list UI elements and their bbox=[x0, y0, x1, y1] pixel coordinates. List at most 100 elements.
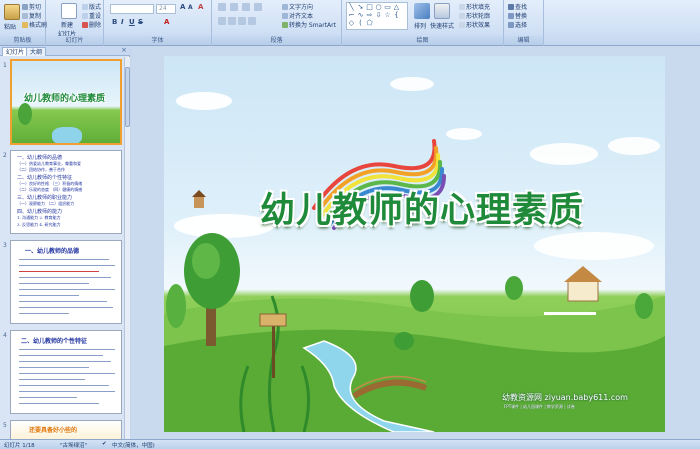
slide-canvas[interactable]: 幼儿教师的心理素质 幼教资源网 ziyuan.baby611.com FPT课件… bbox=[164, 56, 665, 432]
slide-thumbnail-4[interactable]: 二、幼儿教师的个性特征 bbox=[10, 330, 122, 414]
increase-indent-icon[interactable] bbox=[254, 3, 262, 11]
thumb-text-line bbox=[19, 361, 111, 362]
shape-outline-button[interactable]: 形状轮廓 bbox=[459, 11, 490, 20]
triangle-shape-icon[interactable]: △ bbox=[392, 3, 401, 11]
quick-styles-button[interactable]: 快速样式 bbox=[430, 21, 454, 30]
delete-slide-button[interactable]: 删除 bbox=[82, 20, 101, 29]
shapes-gallery[interactable]: ╲ ➘ □ ○ ▭ △ ⌐ ∿ ⇨ ⇩ ☆{ ◇(⬠ bbox=[346, 2, 408, 30]
quick-styles-icon[interactable] bbox=[434, 3, 450, 19]
new-slide-icon[interactable] bbox=[61, 3, 77, 19]
spellcheck-icon[interactable]: ✔ bbox=[102, 441, 107, 447]
thumb-number: 1 bbox=[3, 62, 7, 69]
numbering-icon[interactable] bbox=[230, 3, 238, 11]
slide-thumbnail-1[interactable]: 幼儿教师的心理素质 bbox=[10, 59, 122, 145]
paste-button[interactable]: 粘贴 bbox=[4, 22, 16, 31]
elbow-shape-icon[interactable]: ⌐ bbox=[347, 11, 356, 19]
align-center-icon[interactable] bbox=[228, 17, 236, 25]
slide-stage: 幼儿教师的心理素质 幼教资源网 ziyuan.baby611.com FPT课件… bbox=[131, 46, 700, 439]
slide-thumbnail-2[interactable]: 一、幼儿教师的品德 （一）热爱幼儿教育事业，尊重和爱 （二）团结协作，善于合作 … bbox=[10, 150, 122, 234]
slide-thumbnail-5[interactable]: 还要具备好小些的 bbox=[10, 420, 122, 439]
house-illustration bbox=[544, 266, 602, 315]
pane-scrollbar[interactable] bbox=[124, 57, 130, 439]
font-size-combo[interactable]: 24 bbox=[156, 4, 176, 14]
shape-fill-button[interactable]: 形状填充 bbox=[459, 2, 490, 11]
format-painter-button[interactable]: 格式刷 bbox=[22, 20, 47, 29]
text-direction-button[interactable]: 文字方向 bbox=[282, 2, 313, 11]
drawing-group: ╲ ➘ □ ○ ▭ △ ⌐ ∿ ⇨ ⇩ ☆{ ◇(⬠ 排列 快速样式 形状填充 形状轮廓 形状效果… bbox=[342, 0, 504, 46]
bold-button[interactable]: B bbox=[112, 18, 117, 26]
font-color-button[interactable]: A bbox=[164, 18, 169, 26]
thumb-river-illustration bbox=[52, 127, 82, 143]
arrange-icon[interactable] bbox=[414, 3, 430, 19]
pentagon-shape-icon[interactable]: ⬠ bbox=[365, 19, 374, 27]
shrink-font-button[interactable]: A bbox=[188, 4, 193, 11]
decrease-indent-icon[interactable] bbox=[242, 3, 250, 11]
down-arrow-shape-icon[interactable]: ⇩ bbox=[374, 11, 383, 19]
align-right-icon[interactable] bbox=[238, 17, 246, 25]
rect-shape-icon[interactable]: □ bbox=[365, 3, 374, 11]
font-name-combo[interactable] bbox=[110, 4, 154, 14]
arrange-button[interactable]: 排列 bbox=[414, 21, 426, 30]
shape-effects-button[interactable]: 形状效果 bbox=[459, 20, 490, 29]
italic-button[interactable]: I bbox=[121, 18, 124, 26]
pane-scrollbar-thumb[interactable] bbox=[125, 67, 130, 127]
binoculars-icon bbox=[508, 3, 514, 10]
callout-shape-icon[interactable]: ◇ bbox=[347, 19, 356, 27]
birdhouse-illustration bbox=[192, 190, 206, 208]
thumb-tree-illustration bbox=[18, 103, 32, 125]
curve-shape-icon[interactable]: ∿ bbox=[356, 11, 365, 19]
thumb-text-line bbox=[19, 259, 109, 260]
layout-button[interactable]: 版式 bbox=[82, 2, 101, 11]
thumb-line: （一）观察能力 （二）组织能力 bbox=[17, 201, 75, 206]
tab-slides[interactable]: 幻灯片 bbox=[2, 47, 29, 56]
arrow-shape-icon[interactable]: ➘ bbox=[356, 3, 365, 11]
thumb-text-line bbox=[19, 379, 85, 380]
underline-button[interactable]: U bbox=[129, 18, 135, 26]
bracket-shape-icon[interactable]: ( bbox=[356, 19, 365, 27]
slides-group: 新建 幻灯片 版式 重设 删除 幻灯片 bbox=[46, 0, 104, 46]
justify-icon[interactable] bbox=[248, 17, 256, 25]
close-icon[interactable]: × bbox=[121, 46, 127, 54]
slide-thumbnail-3[interactable]: 一、幼儿教师的品德 bbox=[10, 240, 122, 324]
thumb-text-line bbox=[19, 313, 69, 314]
thumb-text-line bbox=[19, 397, 77, 398]
copy-button[interactable]: 复制 bbox=[22, 11, 41, 20]
thumb-line: 二、幼儿教师的个性特征 bbox=[17, 175, 73, 181]
slide-title[interactable]: 幼儿教师的心理素质 bbox=[212, 182, 632, 233]
thumb-line: 1. 沟通能力 2. 教育能力 bbox=[17, 215, 61, 220]
thumb-title: 还要具备好小些的 bbox=[29, 427, 78, 434]
copy-icon bbox=[22, 12, 28, 19]
right-arrow-shape-icon[interactable]: ⇨ bbox=[365, 11, 374, 19]
brace-shape-icon[interactable]: { bbox=[392, 11, 401, 19]
select-button[interactable]: 选择 bbox=[508, 20, 527, 29]
language-status[interactable]: 中文(简体，中国) bbox=[112, 441, 155, 449]
star-shape-icon[interactable]: ☆ bbox=[383, 11, 392, 19]
replace-button[interactable]: 替换 bbox=[508, 11, 527, 20]
thumb-title: 一、幼儿教师的品德 bbox=[25, 248, 80, 255]
align-left-icon[interactable] bbox=[218, 17, 226, 25]
cut-button[interactable]: 剪切 bbox=[22, 2, 41, 11]
thumb-text-line bbox=[19, 385, 109, 386]
thumb-line: 四、幼儿教师的能力 bbox=[17, 209, 63, 215]
font-group-label: 字体 bbox=[104, 36, 211, 45]
strikethrough-button[interactable]: S bbox=[138, 18, 143, 26]
find-button[interactable]: 查找 bbox=[508, 2, 527, 11]
line-shape-icon[interactable]: ╲ bbox=[347, 3, 356, 11]
paste-icon[interactable] bbox=[4, 4, 20, 20]
rounded-rect-shape-icon[interactable]: ▭ bbox=[383, 3, 392, 11]
oval-shape-icon[interactable]: ○ bbox=[374, 3, 383, 11]
tab-outline[interactable]: 大纲 bbox=[26, 47, 47, 56]
smartart-icon bbox=[282, 21, 288, 28]
align-text-button[interactable]: 对齐文本 bbox=[282, 11, 313, 20]
reset-button[interactable]: 重设 bbox=[82, 11, 101, 20]
thumb-line: （二）团结协作，善于合作 bbox=[17, 167, 65, 172]
clear-format-button[interactable]: A bbox=[198, 3, 203, 11]
drawing-group-label: 绘图 bbox=[342, 36, 503, 45]
grow-font-button[interactable]: A bbox=[180, 3, 185, 11]
bullets-icon[interactable] bbox=[218, 3, 226, 11]
slide-illustration bbox=[164, 77, 665, 432]
status-bar: 幻灯片 1/18 "古埃绿沼" ✔ 中文(简体，中国) bbox=[0, 439, 700, 449]
font-group: 24 A A A B I U S A 字体 bbox=[104, 0, 212, 46]
thumb-line: 3. 反思能力 4. 研究能力 bbox=[17, 222, 61, 227]
smartart-button[interactable]: 转换为 SmartArt bbox=[282, 20, 336, 29]
